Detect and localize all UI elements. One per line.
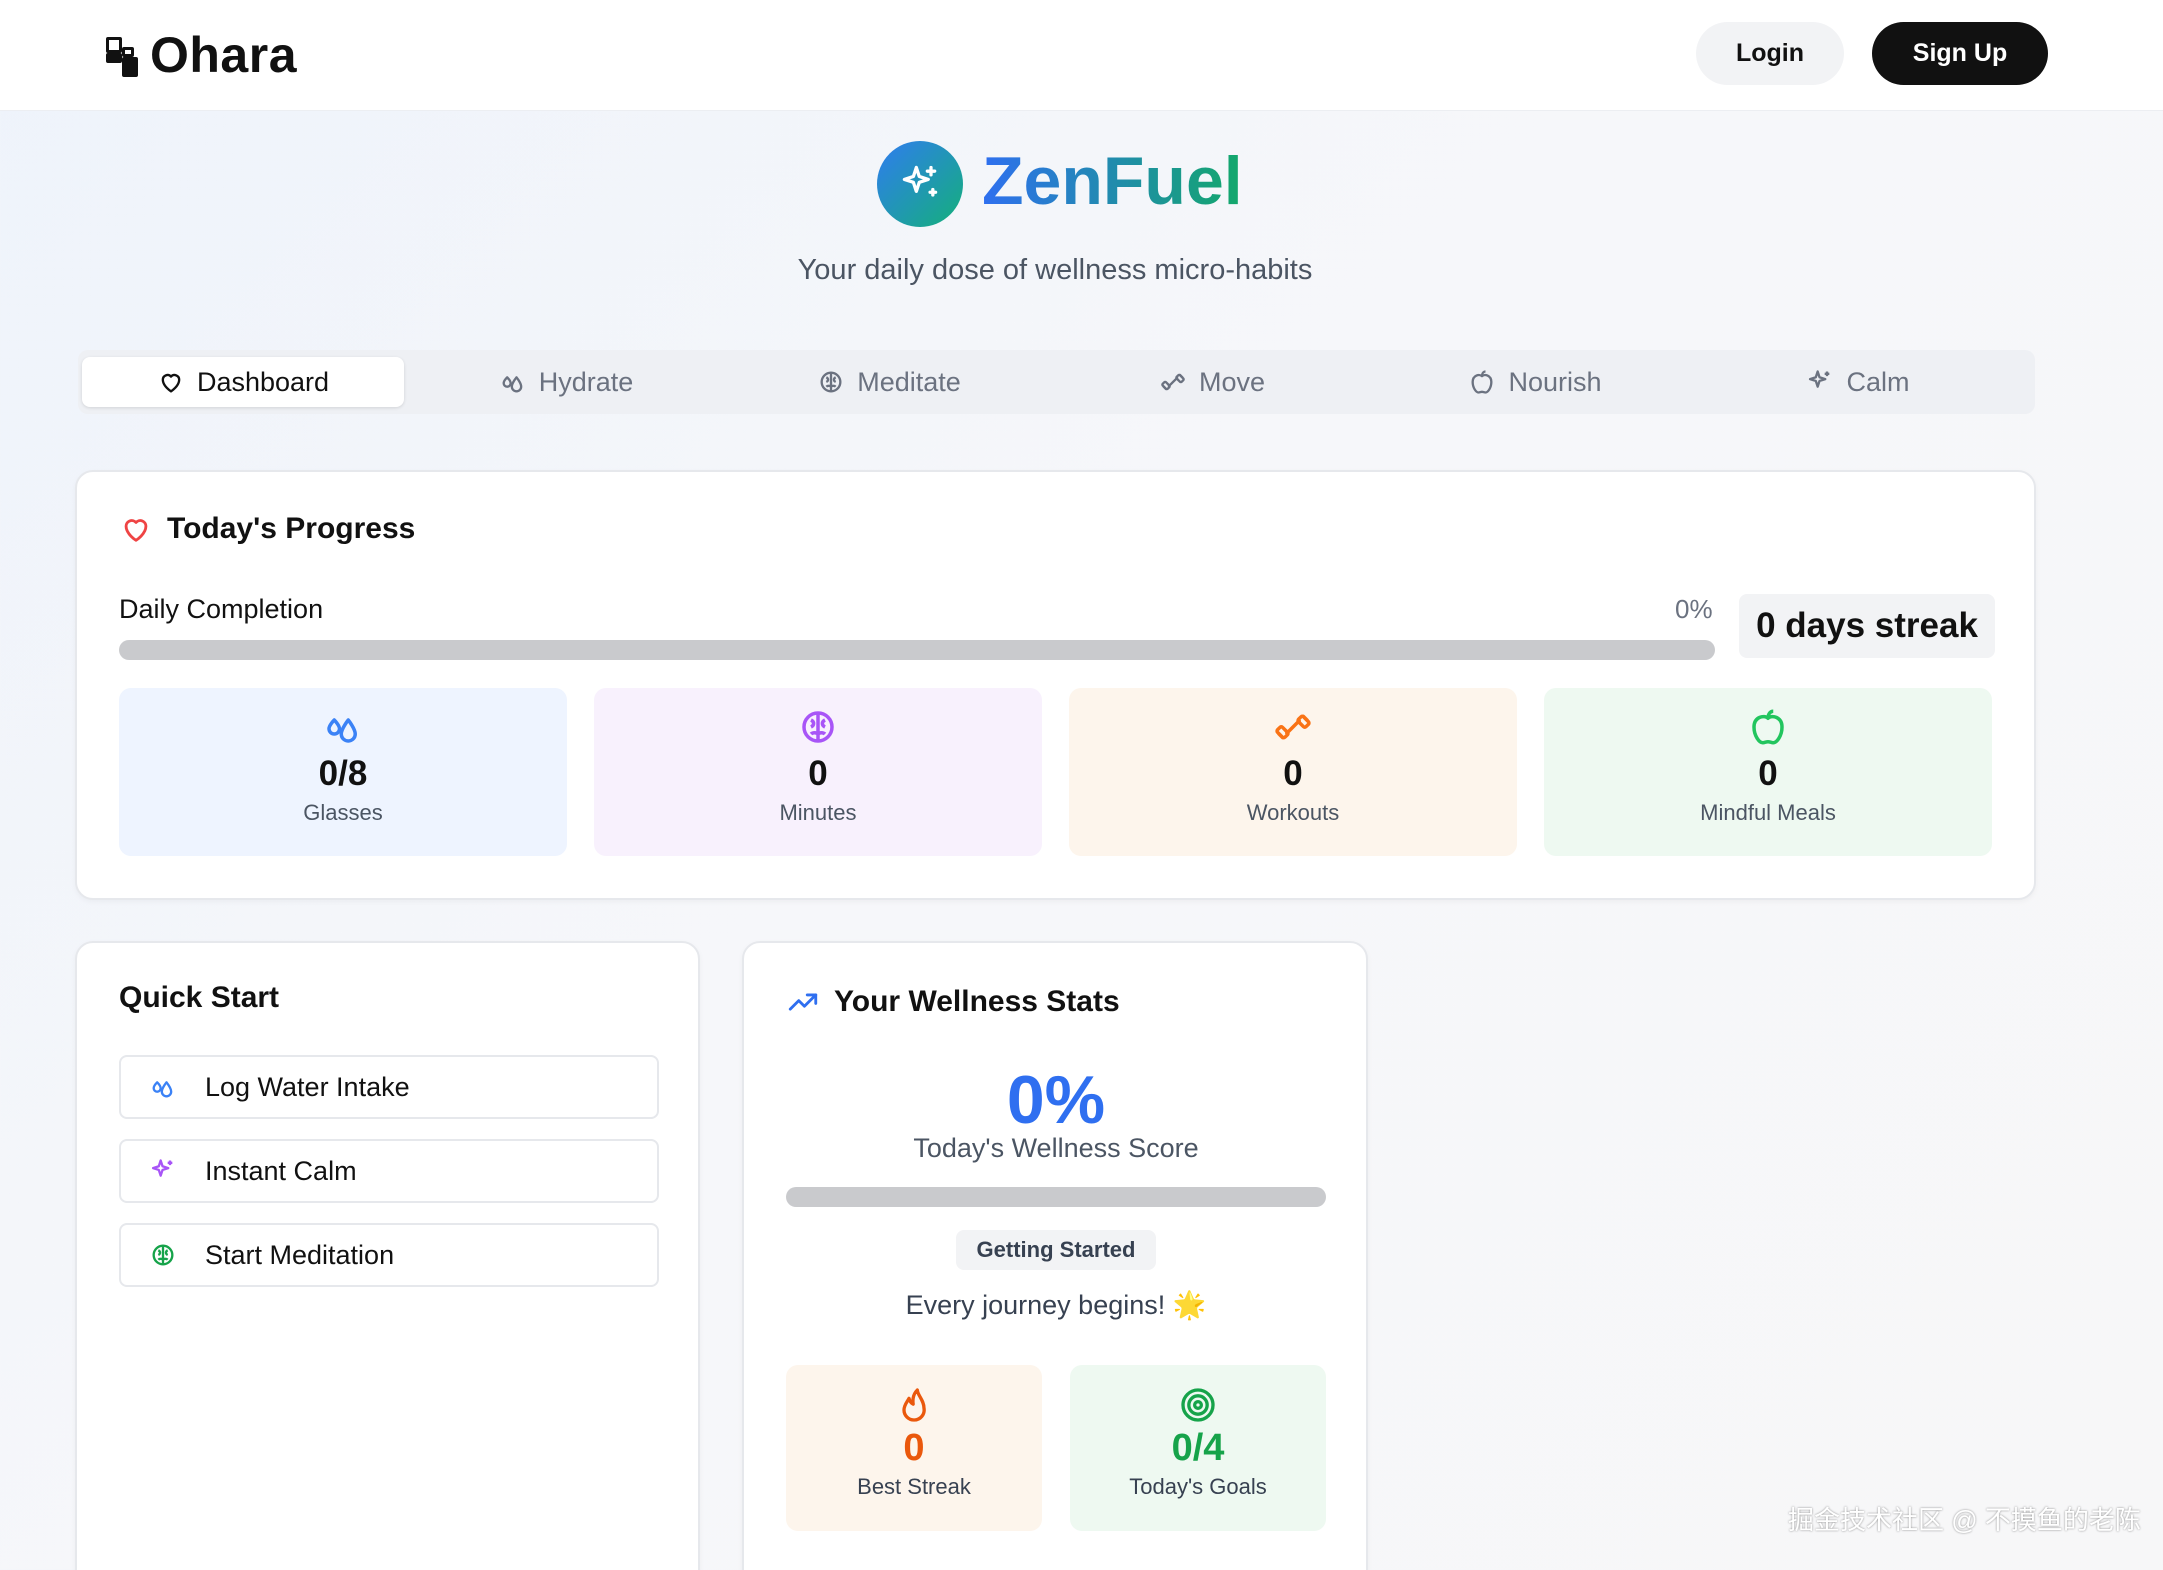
stat-value: 0/8 bbox=[318, 754, 368, 793]
card-title: Your Wellness Stats bbox=[834, 985, 1120, 1018]
apple-icon bbox=[1471, 370, 1493, 394]
tile-value: 0 bbox=[903, 1427, 925, 1469]
target-icon bbox=[1181, 1388, 1215, 1422]
sparkles-icon bbox=[1809, 370, 1830, 388]
tab-calm[interactable]: Calm bbox=[1697, 357, 2019, 407]
tab-meditate[interactable]: Meditate bbox=[728, 357, 1050, 407]
heart-icon bbox=[161, 373, 181, 393]
tab-dashboard[interactable]: Dashboard bbox=[82, 357, 404, 407]
watermark: 掘金技术社区 @ 不摸鱼的老陈 bbox=[1788, 1505, 2141, 1535]
stat-value: 0 bbox=[1283, 754, 1303, 793]
todays-progress-card: Today's Progress Daily Completion 0% 0 d… bbox=[75, 470, 2036, 900]
sparkles-icon bbox=[151, 1159, 173, 1177]
droplets-icon bbox=[502, 376, 523, 393]
stat-value: 0 bbox=[808, 754, 828, 793]
tile-label: Today's Goals bbox=[1129, 1474, 1267, 1499]
quick-start-card: Quick Start Log Water Intake Instant Cal… bbox=[75, 941, 700, 1570]
tab-nourish[interactable]: Nourish bbox=[1374, 357, 1696, 407]
ohara-logo-icon bbox=[106, 33, 140, 77]
card-title: Quick Start bbox=[119, 981, 280, 1014]
app-subtitle: Your daily dose of wellness micro-habits bbox=[797, 254, 1313, 286]
tab-move[interactable]: Move bbox=[1051, 357, 1373, 407]
trending-up-icon bbox=[788, 993, 818, 1011]
button-label: Log Water Intake bbox=[205, 1071, 410, 1102]
mindful-meals-stat-tile: 0 Mindful Meals bbox=[1544, 688, 1992, 856]
daily-completion-percent: 0% bbox=[1675, 594, 1713, 624]
tab-label: Calm bbox=[1846, 366, 1910, 397]
button-label: Start Meditation bbox=[205, 1239, 395, 1270]
flame-icon bbox=[902, 1388, 926, 1422]
start-meditation-button[interactable]: Start Meditation bbox=[119, 1223, 659, 1287]
button-label: Instant Calm bbox=[205, 1155, 357, 1186]
brand[interactable]: Ohara bbox=[106, 26, 297, 84]
dumbbell-icon bbox=[1161, 373, 1185, 391]
daily-completion-progress-bar bbox=[119, 640, 1715, 660]
level-badge: Getting Started bbox=[956, 1230, 1156, 1270]
app-title: ZenFuel bbox=[982, 143, 1243, 219]
top-navbar: Ohara Login Sign Up bbox=[0, 0, 2163, 111]
workouts-stat-tile: 0 Workouts bbox=[1069, 688, 1517, 856]
best-streak-tile: 0 Best Streak bbox=[786, 1365, 1042, 1531]
dumbbell-icon bbox=[1275, 714, 1311, 740]
tab-bar: Dashboard Hydrate Meditate Move Nourish … bbox=[78, 350, 2035, 414]
wellness-stats-card: Your Wellness Stats 0% Today's Wellness … bbox=[742, 941, 1368, 1570]
daily-completion-label: Daily Completion bbox=[119, 594, 324, 624]
tile-label: Best Streak bbox=[857, 1474, 971, 1499]
signup-button[interactable]: Sign Up bbox=[1872, 22, 2048, 85]
card-header: Today's Progress bbox=[119, 512, 415, 546]
card-title: Today's Progress bbox=[167, 512, 416, 545]
log-water-intake-button[interactable]: Log Water Intake bbox=[119, 1055, 659, 1119]
heart-icon bbox=[124, 519, 148, 542]
streak-badge: 0 days streak bbox=[1739, 594, 1995, 658]
tab-label: Nourish bbox=[1508, 366, 1602, 397]
droplets-icon bbox=[327, 718, 357, 743]
minutes-stat-tile: 0 Minutes bbox=[594, 688, 1042, 856]
tab-label: Move bbox=[1198, 366, 1266, 397]
zenfuel-logo bbox=[877, 141, 963, 227]
encouragement-message: Every journey begins! 🌟 bbox=[905, 1290, 1207, 1320]
wellness-score-label: Today's Wellness Score bbox=[913, 1133, 1199, 1163]
tab-label: Hydrate bbox=[538, 366, 634, 397]
tile-value: 0/4 bbox=[1171, 1427, 1225, 1469]
instant-calm-button[interactable]: Instant Calm bbox=[119, 1139, 659, 1203]
droplets-icon bbox=[152, 1081, 173, 1098]
stat-value: 0 bbox=[1758, 754, 1778, 793]
tab-label: Dashboard bbox=[196, 366, 330, 397]
tab-hydrate[interactable]: Hydrate bbox=[405, 357, 727, 407]
brain-icon bbox=[820, 371, 842, 393]
stat-label: Glasses bbox=[303, 800, 383, 825]
apple-icon bbox=[1752, 709, 1784, 745]
card-header: Your Wellness Stats bbox=[786, 985, 1120, 1019]
stat-label: Minutes bbox=[779, 800, 857, 825]
brain-icon bbox=[152, 1244, 174, 1266]
brand-name: Ohara bbox=[150, 27, 298, 83]
todays-goals-tile: 0/4 Today's Goals bbox=[1070, 1365, 1326, 1531]
glasses-stat-tile: 0/8 Glasses bbox=[119, 688, 567, 856]
tab-label: Meditate bbox=[857, 366, 961, 397]
brain-icon bbox=[802, 711, 834, 743]
stat-label: Mindful Meals bbox=[1700, 800, 1836, 825]
wellness-score: 0% bbox=[1006, 1062, 1106, 1138]
wellness-score-progress-bar bbox=[786, 1187, 1326, 1207]
login-button[interactable]: Login bbox=[1696, 22, 1844, 85]
sparkles-icon bbox=[902, 165, 938, 197]
stat-label: Workouts bbox=[1246, 800, 1340, 825]
